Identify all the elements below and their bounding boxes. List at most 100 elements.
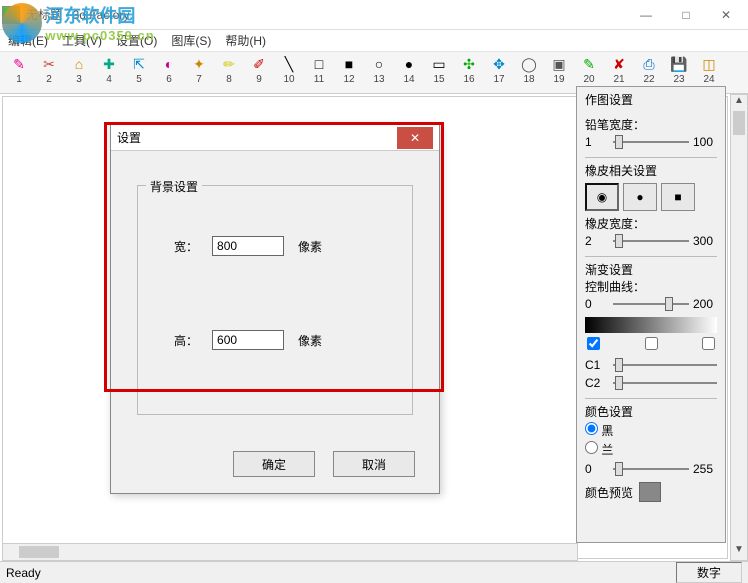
c1-label: C1 [585,358,609,372]
tool-number: 23 [673,74,684,85]
tool-number: 16 [463,74,474,85]
color-swatch [639,482,661,502]
menu-tools[interactable]: 工具(V) [58,30,106,51]
tool-number: 14 [403,74,414,85]
eraser-shape-round[interactable]: ● [623,183,657,211]
status-right: 数字 [676,562,742,583]
menu-help[interactable]: 帮助(H) [221,30,270,51]
menu-settings[interactable]: 设置(O) [112,30,161,51]
toolbar-item-13[interactable]: ○13 [366,54,392,93]
toolbar-item-10[interactable]: ╲10 [276,54,302,93]
width-input[interactable] [212,236,284,256]
tool-icon: ✏ [219,54,239,74]
gradient-check-2[interactable] [645,337,658,350]
color-slider[interactable] [613,460,689,478]
pencil-slider[interactable] [613,133,689,151]
scroll-thumb[interactable] [733,111,745,135]
toolbar-item-1[interactable]: ✎1 [6,54,32,93]
height-unit: 像素 [298,332,322,349]
toolbar-item-6[interactable]: ◐6 [156,54,182,93]
tool-icon: ○ [369,54,389,74]
toolbar-item-7[interactable]: ✦7 [186,54,212,93]
background-group: 背景设置 宽： 像素 高： 像素 [137,185,413,415]
app-icon [2,6,20,24]
grad-min: 0 [585,297,609,311]
tool-icon: ✐ [249,54,269,74]
width-unit: 像素 [298,238,322,255]
toolbar-item-9[interactable]: ✐9 [246,54,272,93]
tool-number: 4 [106,74,112,85]
c1-slider[interactable] [613,356,717,374]
radio-blue[interactable]: 兰 [585,441,717,458]
eraser-width-label: 橡皮宽度： [585,215,717,232]
tool-number: 6 [166,74,172,85]
tool-number: 8 [226,74,232,85]
scroll-down-icon[interactable]: ▼ [731,544,747,560]
tool-number: 9 [256,74,262,85]
toolbar-item-12[interactable]: ■12 [336,54,362,93]
height-input[interactable] [212,330,284,350]
dialog-close-button[interactable]: ✕ [397,127,433,149]
gradient-section: 渐变设置 控制曲线： 0 200 C1 C2 [585,256,717,392]
window-title: 无标题 - 3d Factory [26,6,626,23]
panel-title: 作图设置 [585,91,717,108]
scroll-up-icon[interactable]: ▲ [731,95,747,111]
color-min: 0 [585,462,609,476]
toolbar-item-15[interactable]: ▭15 [426,54,452,93]
toolbar-item-4[interactable]: ✚4 [96,54,122,93]
pencil-section: 铅笔宽度： 1 100 [585,112,717,151]
tool-number: 3 [76,74,82,85]
tool-icon: ✎ [579,54,599,74]
tool-number: 22 [643,74,654,85]
horizontal-scrollbar[interactable] [2,543,578,561]
hscroll-thumb[interactable] [19,546,59,558]
gradient-check-3[interactable] [702,337,715,350]
toolbar-item-17[interactable]: ✥17 [486,54,512,93]
menu-library[interactable]: 图库(S) [167,30,215,51]
pencil-max: 100 [693,135,717,149]
status-left: Ready [6,566,41,580]
minimize-button[interactable]: ― [626,1,666,29]
gradient-check-1[interactable] [587,337,600,350]
eraser-shape-soft[interactable]: ◉ [585,183,619,211]
tool-number: 12 [343,74,354,85]
toolbar-item-11[interactable]: □11 [306,54,332,93]
curve-label: 控制曲线： [585,278,717,295]
ok-button[interactable]: 确定 [233,451,315,477]
radio-black[interactable]: 黑 [585,422,717,439]
toolbar-item-5[interactable]: ⇱5 [126,54,152,93]
tool-icon: ╲ [279,54,299,74]
c2-slider[interactable] [613,374,717,392]
titlebar: 无标题 - 3d Factory ― □ ✕ [0,0,748,30]
vertical-scrollbar[interactable]: ▲ ▼ [730,94,748,561]
toolbar-item-18[interactable]: ◯18 [516,54,542,93]
maximize-button[interactable]: □ [666,1,706,29]
tool-icon: □ [309,54,329,74]
tool-number: 21 [613,74,624,85]
eraser-slider[interactable] [613,232,689,250]
toolbar-item-16[interactable]: ✣16 [456,54,482,93]
eraser-section-label: 橡皮相关设置 [585,162,717,179]
pencil-min: 1 [585,135,609,149]
gradient-slider[interactable] [613,295,689,313]
tool-icon: ⇱ [129,54,149,74]
c2-label: C2 [585,376,609,390]
tool-icon: ◯ [519,54,539,74]
toolbar-item-19[interactable]: ▣19 [546,54,572,93]
tool-icon: ✂ [39,54,59,74]
toolbar-item-2[interactable]: ✂2 [36,54,62,93]
gradient-preview [585,317,717,333]
color-section: 颜色设置 黑 兰 0 255 颜色预览 [585,398,717,502]
tool-number: 24 [703,74,714,85]
tool-icon: ✣ [459,54,479,74]
tool-icon: ▣ [549,54,569,74]
dialog-titlebar[interactable]: 设置 ✕ [111,125,439,151]
tool-number: 15 [433,74,444,85]
close-button[interactable]: ✕ [706,1,746,29]
toolbar-item-3[interactable]: ⌂3 [66,54,92,93]
menu-edit[interactable]: 编辑(E) [4,30,52,51]
toolbar-item-8[interactable]: ✏8 [216,54,242,93]
eraser-shape-square[interactable]: ■ [661,183,695,211]
cancel-button[interactable]: 取消 [333,451,415,477]
toolbar-item-14[interactable]: ●14 [396,54,422,93]
